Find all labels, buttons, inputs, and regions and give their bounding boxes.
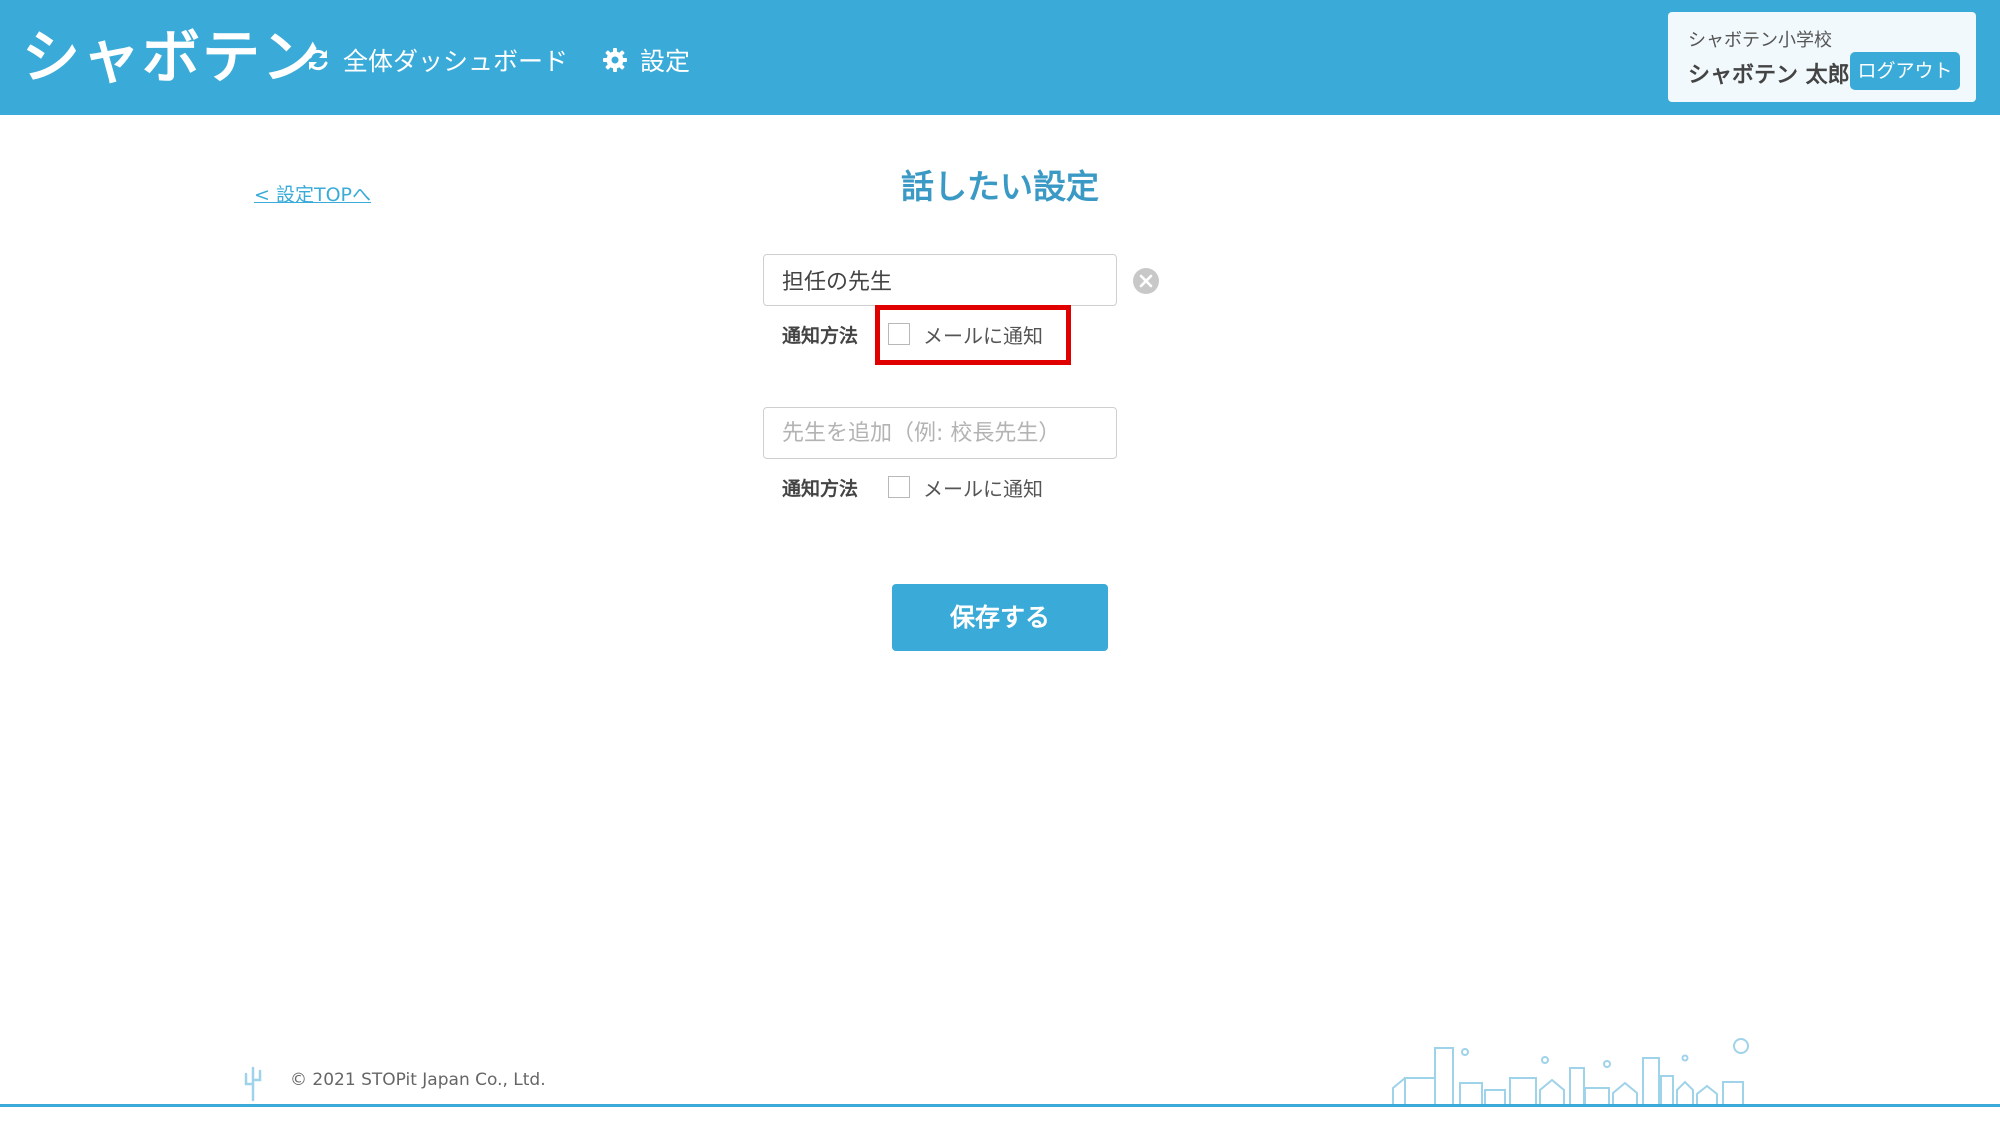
notify-method-label: 通知方法 bbox=[782, 324, 859, 347]
nav-settings[interactable]: 設定 bbox=[602, 30, 690, 90]
refresh-icon bbox=[305, 47, 331, 73]
clear-icon[interactable] bbox=[1132, 267, 1160, 295]
header-bar: シャボテン 全体ダッシュボード 設定 シャボテン小学校 シャボテン 太郎 ログア… bbox=[0, 0, 2000, 115]
user-panel: シャボテン小学校 シャボテン 太郎 ログアウト bbox=[1668, 12, 1976, 102]
nav-dashboard[interactable]: 全体ダッシュボード bbox=[305, 30, 568, 90]
add-teacher-input[interactable] bbox=[763, 407, 1117, 459]
nav-settings-label: 設定 bbox=[640, 47, 691, 76]
save-button[interactable]: 保存する bbox=[892, 584, 1108, 651]
app-logo[interactable]: シャボテン bbox=[22, 12, 322, 102]
notify-method-label: 通知方法 bbox=[782, 477, 859, 500]
page-title: 話したい設定 bbox=[901, 167, 1099, 206]
teacher-name-input[interactable] bbox=[763, 254, 1117, 306]
cactus-icon bbox=[240, 1062, 266, 1102]
copyright-text: © 2021 STOPit Japan Co., Ltd. bbox=[290, 1070, 546, 1090]
logout-button[interactable]: ログアウト bbox=[1850, 52, 1960, 90]
gear-icon bbox=[602, 47, 628, 73]
email-notify-checkbox[interactable] bbox=[888, 476, 910, 498]
school-name: シャボテン小学校 bbox=[1688, 30, 1832, 51]
city-illustration bbox=[1385, 1038, 1765, 1108]
notify-method-row: 通知方法 メールに通知 bbox=[782, 472, 1043, 502]
highlight-annotation bbox=[875, 305, 1071, 365]
nav-dashboard-label: 全体ダッシュボード bbox=[343, 47, 569, 76]
footer-divider bbox=[0, 1104, 2000, 1107]
user-name: シャボテン 太郎 bbox=[1688, 63, 1850, 88]
email-notify-label[interactable]: メールに通知 bbox=[923, 473, 1043, 502]
